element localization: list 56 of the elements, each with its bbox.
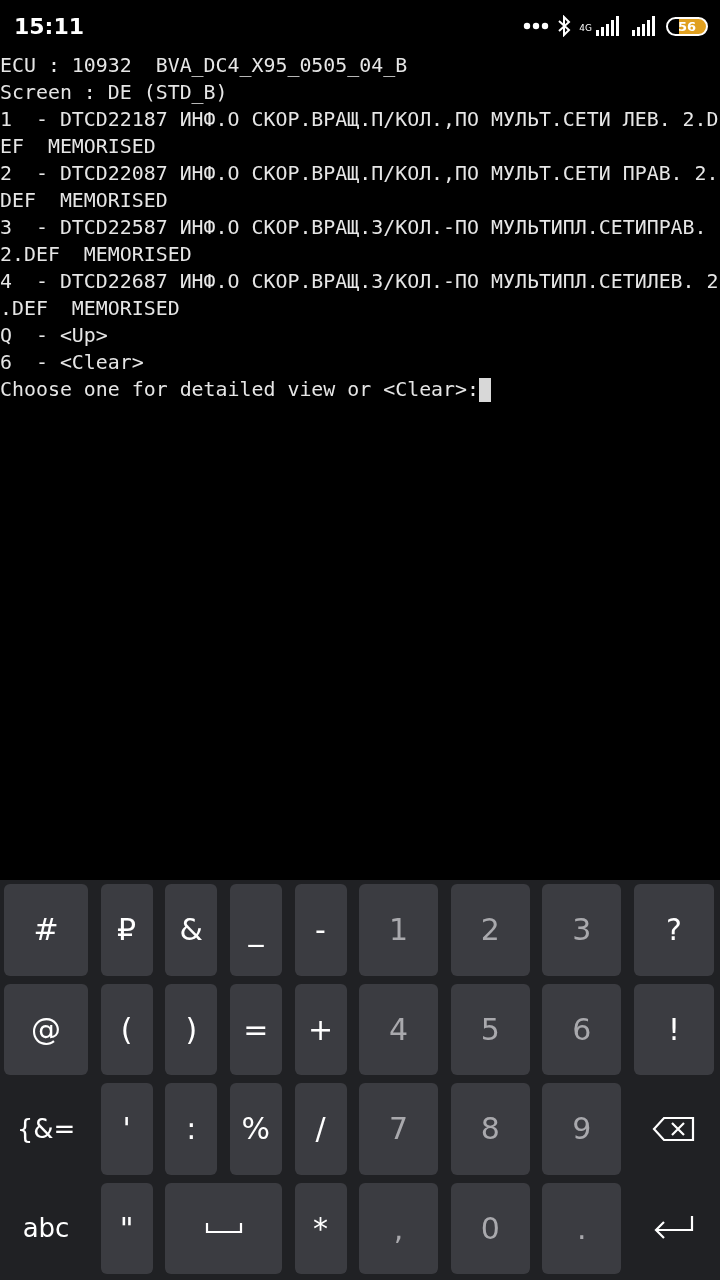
digit-key[interactable]: 0 bbox=[450, 1182, 530, 1274]
text-cursor bbox=[479, 377, 491, 402]
terminal-line: 6 - <Clear> bbox=[0, 350, 145, 376]
terminal-line: EF MEMORISED bbox=[0, 134, 157, 160]
digit-key[interactable]: 2 bbox=[450, 884, 530, 976]
digit-key[interactable]: 8 bbox=[450, 1083, 530, 1175]
symbol-key[interactable]: * bbox=[294, 1182, 347, 1274]
signal-icon bbox=[593, 16, 622, 36]
symbol-key[interactable]: ? bbox=[634, 884, 714, 976]
symbol-key[interactable]: % bbox=[229, 1083, 282, 1175]
battery-indicator: 56 bbox=[665, 16, 708, 36]
symbol-key[interactable]: " bbox=[100, 1182, 153, 1274]
symbol-key[interactable]: @ bbox=[4, 983, 88, 1075]
backspace-icon bbox=[652, 1115, 696, 1142]
status-time: 15:11 bbox=[14, 13, 85, 39]
symbol-key[interactable]: ! bbox=[634, 983, 714, 1075]
digit-key[interactable]: 9 bbox=[542, 1083, 622, 1175]
symbol-key[interactable]: ) bbox=[165, 983, 218, 1075]
digit-key[interactable]: . bbox=[542, 1182, 622, 1274]
more-dots-icon bbox=[523, 22, 550, 30]
digit-key[interactable]: 4 bbox=[359, 983, 439, 1075]
terminal-line: .DEF MEMORISED bbox=[0, 296, 181, 322]
symbol-key[interactable]: / bbox=[294, 1083, 347, 1175]
bluetooth-icon bbox=[557, 15, 572, 37]
terminal-line: 1 - DTCD22187 ИНФ.О СКОР.ВРАЩ.П/КОЛ.,ПО МУЛЬТ.СЕТИ ЛЕВ. 2.D bbox=[0, 107, 720, 133]
symbol-key[interactable]: - bbox=[294, 884, 347, 976]
mode-key[interactable]: {&= bbox=[4, 1083, 88, 1175]
symbol-key[interactable]: ( bbox=[100, 983, 153, 1075]
network-type-label: 4G bbox=[579, 23, 592, 33]
symbol-key[interactable]: + bbox=[294, 983, 347, 1075]
symbol-key[interactable]: _ bbox=[229, 884, 282, 976]
terminal-line: 4 - DTCD22687 ИНФ.О СКОР.ВРАЩ.З/КОЛ.-ПО МУЛЬТИПЛ.СЕТИЛЕВ. 2 bbox=[0, 269, 720, 295]
symbol-key[interactable]: = bbox=[229, 983, 282, 1075]
digit-key[interactable]: 5 bbox=[450, 983, 530, 1075]
terminal-line: 2.DEF MEMORISED bbox=[0, 242, 193, 268]
terminal-line: DEF MEMORISED bbox=[0, 188, 169, 214]
terminal-line: Screen : DE (STD_B) bbox=[0, 80, 229, 106]
digit-key[interactable]: , bbox=[359, 1182, 439, 1274]
symbol-key[interactable]: # bbox=[4, 884, 88, 976]
symbol-key[interactable]: : bbox=[165, 1083, 218, 1175]
terminal-prompt: Choose one for detailed view or <Clear>: bbox=[0, 377, 479, 403]
space-icon bbox=[204, 1222, 243, 1235]
symbol-key[interactable]: & bbox=[165, 884, 218, 976]
space-key[interactable] bbox=[165, 1182, 282, 1274]
mode-key[interactable]: abc bbox=[4, 1182, 88, 1274]
terminal-line: ECU : 10932 BVA_DC4_X95_0505_04_B bbox=[0, 53, 409, 79]
terminal-line: Q - <Up> bbox=[0, 323, 109, 349]
digit-key[interactable]: 1 bbox=[359, 884, 439, 976]
terminal-line: 2 - DTCD22087 ИНФ.О СКОР.ВРАЩ.П/КОЛ.,ПО МУЛЬТ.СЕТИ ПРАВ. 2. bbox=[0, 161, 720, 187]
digit-key[interactable]: 6 bbox=[542, 983, 622, 1075]
digit-key[interactable]: 7 bbox=[359, 1083, 439, 1175]
digit-key[interactable]: 3 bbox=[542, 884, 622, 976]
terminal-line: 3 - DTCD22587 ИНФ.О СКОР.ВРАЩ.З/КОЛ.-ПО МУЛЬТИПЛ.СЕТИПРАВ. bbox=[0, 215, 708, 241]
symbol-key[interactable]: ' bbox=[100, 1083, 153, 1175]
signal-icon bbox=[629, 16, 658, 36]
symbol-key[interactable]: ₽ bbox=[100, 884, 153, 976]
